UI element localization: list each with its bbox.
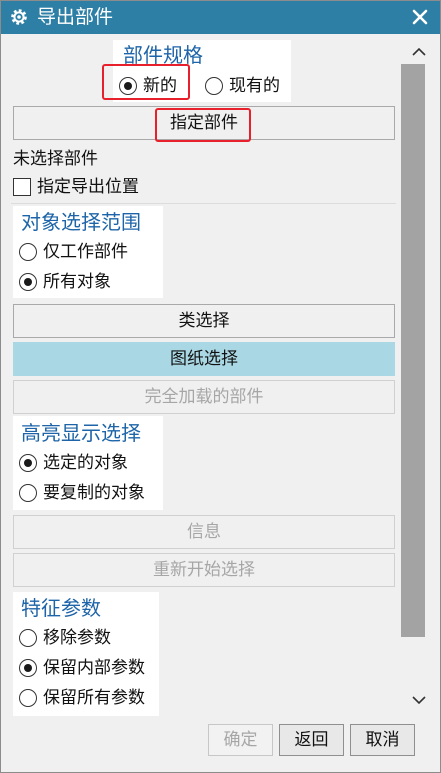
dialog-footer: 确定 返回 取消 — [1, 718, 440, 772]
radio-work-part-only-indicator[interactable] — [19, 243, 37, 261]
class-select-button[interactable]: 类选择 — [13, 304, 395, 338]
radio-keep-all-params-indicator[interactable] — [19, 689, 37, 707]
radio-selected-objects-label: 选定的对象 — [43, 453, 128, 473]
radio-remove-params[interactable]: 移除参数 — [19, 627, 157, 651]
radio-keep-internal-params-indicator[interactable] — [19, 659, 37, 677]
export-part-dialog: 导出部件 部件规格 新的 现有的 指定部件 未选择部件 指定导出位置 对象选择范… — [0, 0, 441, 773]
ok-button[interactable]: 确定 — [208, 724, 273, 756]
cancel-button[interactable]: 取消 — [350, 724, 415, 756]
title-bar: 导出部件 — [1, 1, 440, 34]
radio-keep-internal-params-label: 保留内部参数 — [43, 658, 145, 678]
radio-existing-label: 现有的 — [229, 76, 280, 96]
radio-all-objects[interactable]: 所有对象 — [19, 271, 159, 295]
back-button[interactable]: 返回 — [279, 724, 344, 756]
scrollbar-thumb[interactable] — [401, 64, 425, 637]
object-scope-title: 对象选择范围 — [21, 210, 141, 234]
radio-remove-params-indicator[interactable] — [19, 629, 37, 647]
fully-loaded-parts-button[interactable]: 完全加载的部件 — [13, 380, 395, 414]
radio-all-objects-label: 所有对象 — [43, 272, 111, 292]
radio-remove-params-label: 移除参数 — [43, 628, 111, 648]
highlight-box-new — [102, 64, 190, 100]
radio-work-part-only[interactable]: 仅工作部件 — [19, 241, 159, 265]
export-location-checkbox[interactable] — [13, 178, 31, 196]
radio-all-objects-indicator[interactable] — [19, 273, 37, 291]
radio-selected-objects[interactable]: 选定的对象 — [19, 452, 159, 476]
radio-keep-all-params[interactable]: 保留所有参数 — [19, 687, 157, 711]
chevron-down-icon[interactable] — [409, 692, 429, 708]
radio-work-part-only-label: 仅工作部件 — [43, 242, 128, 262]
vertical-scrollbar[interactable] — [399, 34, 439, 718]
radio-existing[interactable]: 现有的 — [205, 75, 290, 99]
radio-keep-internal-params[interactable]: 保留内部参数 — [19, 657, 157, 681]
dialog-content: 部件规格 新的 现有的 指定部件 未选择部件 指定导出位置 对象选择范围 仅工作… — [1, 34, 399, 718]
info-button[interactable]: 信息 — [13, 515, 395, 549]
export-location-label: 指定导出位置 — [37, 177, 139, 197]
window-title: 导出部件 — [37, 6, 114, 28]
highlight-box-specify-part — [155, 108, 251, 142]
highlight-title: 高亮显示选择 — [21, 421, 141, 445]
radio-selected-objects-indicator[interactable] — [19, 454, 37, 472]
radio-objects-to-copy-label: 要复制的对象 — [43, 483, 145, 503]
chevron-up-icon[interactable] — [409, 44, 429, 60]
gear-icon[interactable] — [9, 7, 29, 27]
restart-select-button[interactable]: 重新开始选择 — [13, 553, 395, 587]
feature-params-title: 特征参数 — [21, 596, 101, 620]
drawing-select-button[interactable]: 图纸选择 — [13, 342, 395, 376]
radio-objects-to-copy-indicator[interactable] — [19, 484, 37, 502]
radio-objects-to-copy[interactable]: 要复制的对象 — [19, 482, 159, 506]
radio-keep-all-params-label: 保留所有参数 — [43, 688, 145, 708]
unselected-parts-text: 未选择部件 — [13, 149, 98, 169]
radio-existing-indicator[interactable] — [205, 77, 223, 95]
divider — [11, 203, 396, 204]
close-icon[interactable] — [410, 7, 430, 27]
